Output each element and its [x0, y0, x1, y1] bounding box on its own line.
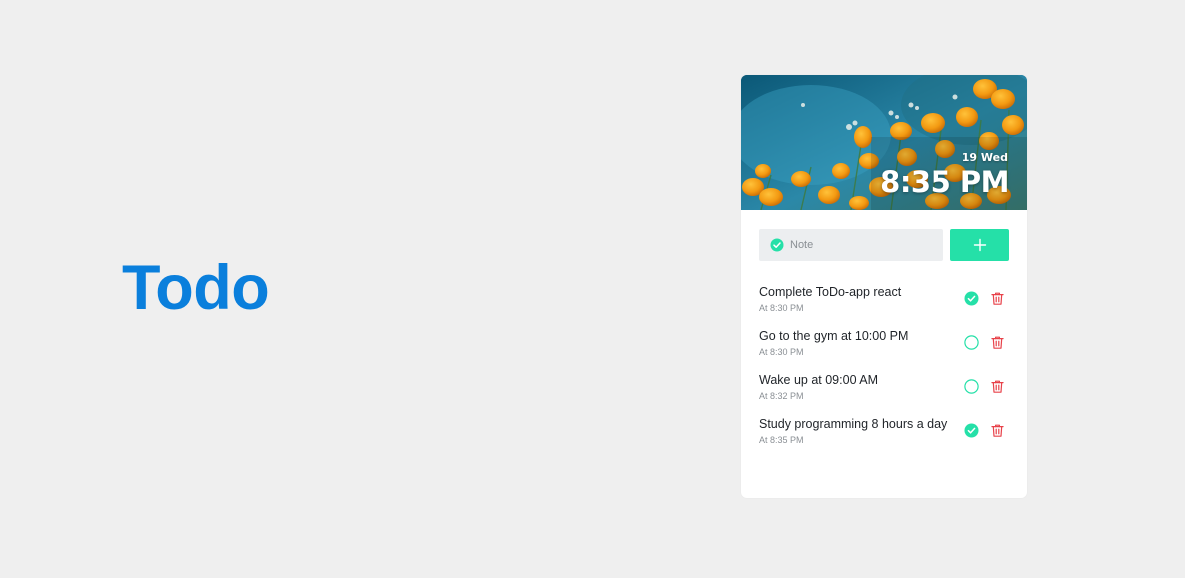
- trash-icon[interactable]: [990, 335, 1005, 350]
- todo-list: Complete ToDo-app react At 8:30 PM Go to t…: [759, 284, 1009, 460]
- header-photo: 19 Wed 8:35 PM: [741, 75, 1027, 210]
- trash-icon[interactable]: [990, 423, 1005, 438]
- todo-time: At 8:35 PM: [759, 435, 804, 445]
- note-input[interactable]: [790, 229, 935, 261]
- trash-icon[interactable]: [990, 379, 1005, 394]
- add-note-button[interactable]: [950, 229, 1009, 261]
- todo-time: At 8:32 PM: [759, 391, 804, 401]
- todo-time: At 8:30 PM: [759, 347, 804, 357]
- hero-time: 8:35 PM: [880, 165, 1009, 199]
- trash-icon[interactable]: [990, 291, 1005, 306]
- check-circle-icon[interactable]: [964, 423, 979, 438]
- brand-title: Todo: [122, 253, 270, 323]
- check-circle-icon[interactable]: [964, 291, 979, 306]
- hero-date: 19 Wed: [961, 151, 1008, 164]
- plus-icon: [973, 238, 986, 252]
- todo-item: Complete ToDo-app react At 8:30 PM: [759, 284, 1009, 328]
- empty-circle-icon[interactable]: [964, 379, 979, 394]
- check-circle-icon: [770, 238, 784, 257]
- empty-circle-icon[interactable]: [964, 335, 979, 350]
- note-field[interactable]: [759, 229, 943, 261]
- todo-title: Complete ToDo-app react: [759, 285, 902, 299]
- todo-item: Go to the gym at 10:00 PM At 8:30 PM: [759, 328, 1009, 372]
- todo-item: Study programming 8 hours a day At 8:35 P…: [759, 416, 1009, 460]
- todo-title: Go to the gym at 10:00 PM: [759, 329, 909, 343]
- todo-title: Wake up at 09:00 AM: [759, 373, 879, 387]
- todo-time: At 8:30 PM: [759, 303, 804, 313]
- todo-item: Wake up at 09:00 AM At 8:32 PM: [759, 372, 1009, 416]
- todo-title: Study programming 8 hours a day: [759, 417, 948, 431]
- todo-card: 19 Wed 8:35 PM Complete ToDo-app react At…: [741, 75, 1027, 498]
- new-note-row: [759, 229, 1009, 261]
